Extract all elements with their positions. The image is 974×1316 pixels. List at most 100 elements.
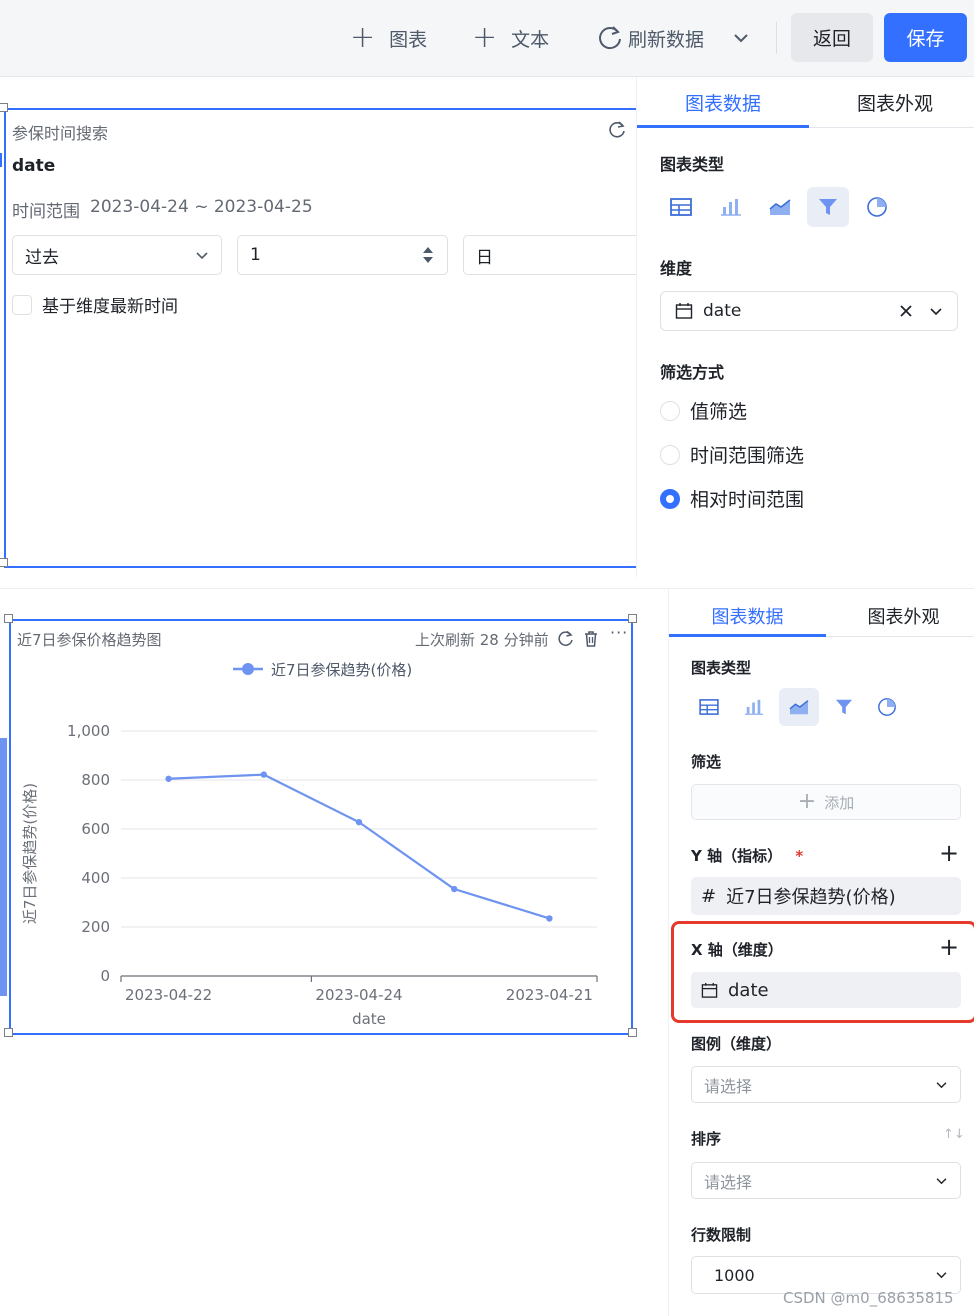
y-tick-label: 1,000 <box>67 722 110 740</box>
close-icon[interactable] <box>899 304 913 318</box>
checkbox-box[interactable] <box>12 294 32 315</box>
data-point <box>260 771 267 778</box>
data-point <box>546 915 553 922</box>
refresh-icon <box>596 24 624 52</box>
x-tick-label: 2023-04-22 <box>125 986 212 1004</box>
resize-handle[interactable] <box>0 103 8 112</box>
radio-relative-time-range[interactable]: 相对时间范围 <box>660 485 804 512</box>
toolbar-divider <box>776 22 777 54</box>
time-range-value: 2023-04-24 ~ 2023-04-25 <box>90 197 313 217</box>
chart-config-panel-1: 图表数据 图表外观 图表类型 维度 date 筛选方式 值筛选 时间范围筛选 相… <box>636 77 974 577</box>
legend-title: 图例（维度） <box>691 1035 782 1053</box>
sort-select[interactable]: 请选择 <box>691 1162 961 1199</box>
chevron-down-icon <box>936 1081 947 1088</box>
period-select[interactable]: 过去 <box>12 235 222 275</box>
x-tick-label: 2023-04-24 <box>315 986 402 1004</box>
plus-icon: + <box>797 789 817 814</box>
filter-widget-title: 参保时间搜索 <box>12 124 109 143</box>
resize-handle[interactable] <box>628 614 637 623</box>
amount-stepper[interactable]: 1 <box>237 235 448 275</box>
add-y-axis-icon[interactable]: + <box>939 841 959 865</box>
calendar-icon <box>701 982 718 998</box>
y-axis-title: Y 轴（指标） * <box>691 847 804 865</box>
unit-select[interactable]: 日 <box>463 235 638 275</box>
y-axis-field[interactable]: # 近7日参保趋势(价格) <box>691 877 961 915</box>
y-tick-label: 800 <box>81 771 110 789</box>
chevron-down-icon <box>196 251 208 259</box>
chart-widget-title: 近7日参保价格趋势图 <box>17 631 162 649</box>
filter-chart-icon[interactable] <box>807 187 849 227</box>
edge-marker <box>0 153 2 167</box>
refresh-dropdown-toggle[interactable] <box>724 20 758 56</box>
table-chart-icon[interactable] <box>689 688 729 726</box>
chart-type-title: 图表类型 <box>660 155 725 174</box>
line-chart-icon[interactable] <box>779 688 819 726</box>
refresh-icon[interactable] <box>557 630 575 652</box>
add-text-button[interactable]: + 文本 <box>472 20 549 56</box>
filter-field-name: date <box>12 156 56 176</box>
save-button[interactable]: 保存 <box>884 13 967 62</box>
bar-chart-icon[interactable] <box>734 688 774 726</box>
dimension-title: 维度 <box>660 259 693 278</box>
plus-icon: + <box>472 20 498 55</box>
delete-icon[interactable] <box>583 630 599 652</box>
legend-select[interactable]: 请选择 <box>691 1066 961 1103</box>
resize-handle[interactable] <box>4 1028 13 1037</box>
table-chart-icon[interactable] <box>660 187 702 227</box>
y-tick-label: 400 <box>81 869 110 887</box>
sort-order-icon[interactable]: ↑↓ <box>943 1127 965 1142</box>
add-filter-button[interactable]: + 添加 <box>691 784 961 820</box>
stepper-arrows-icon[interactable] <box>421 244 435 266</box>
tab-chart-style[interactable]: 图表外观 <box>826 603 974 629</box>
radio-dot[interactable] <box>660 444 680 465</box>
resize-handle[interactable] <box>0 558 8 567</box>
chart-config-panel-2: 图表数据 图表外观 图表类型 筛选 + 添加 Y 轴（指标） * + # 近7日… <box>668 589 974 1316</box>
data-point <box>451 885 458 893</box>
y-tick-label: 200 <box>81 918 110 936</box>
calendar-icon <box>675 303 693 319</box>
watermark: CSDN @m0_68635815 <box>783 1289 954 1307</box>
back-button[interactable]: 返回 <box>791 13 873 62</box>
add-chart-button[interactable]: + 图表 <box>350 20 427 56</box>
required-mark: * <box>795 847 804 865</box>
chevron-down-icon <box>734 34 748 43</box>
add-x-axis-icon[interactable]: + <box>939 935 959 959</box>
dimension-select[interactable]: date <box>660 291 958 331</box>
tab-chart-data[interactable]: 图表数据 <box>669 603 826 629</box>
radio-value-filter[interactable]: 值筛选 <box>660 397 747 424</box>
more-icon[interactable]: ··· <box>610 623 628 642</box>
resize-handle[interactable] <box>4 614 13 623</box>
hash-icon: # <box>701 885 717 907</box>
refresh-icon[interactable] <box>607 120 627 144</box>
line-chart: 近7日参保趋势(价格) 0 200 400 600 800 1,000 2023-04-22 2… <box>21 661 598 1028</box>
pie-chart-icon[interactable] <box>867 688 907 726</box>
filter-mode-title: 筛选方式 <box>660 363 725 382</box>
chart-type-title: 图表类型 <box>691 659 752 677</box>
bar-chart-icon[interactable] <box>710 187 752 227</box>
x-axis-label: date <box>352 1010 386 1028</box>
radio-dot[interactable] <box>660 400 680 421</box>
radio-dot-selected[interactable] <box>660 488 680 509</box>
x-axis-field[interactable]: date <box>691 972 961 1008</box>
legend-label: 近7日参保趋势(价格) <box>271 661 412 679</box>
pie-chart-icon[interactable] <box>856 187 898 227</box>
chart-widget[interactable]: 近7日参保价格趋势图 上次刷新 28 分钟前 ··· 近7日参保趋势(价格) 0 2… <box>4 614 637 1037</box>
filter-widget[interactable]: 参保时间搜索 date 时间范围 2023-04-24 ~ 2023-04-25… <box>0 103 638 568</box>
series-line <box>168 773 550 920</box>
radio-time-range-filter[interactable]: 时间范围筛选 <box>660 441 804 468</box>
refresh-data-button[interactable]: 刷新数据 <box>596 20 704 56</box>
line-chart-icon[interactable] <box>759 187 801 227</box>
last-refresh-text: 上次刷新 28 分钟前 <box>415 631 549 649</box>
latest-time-checkbox[interactable]: 基于维度最新时间 <box>12 292 178 317</box>
chevron-down-icon[interactable] <box>929 307 943 316</box>
chevron-down-icon <box>936 1272 947 1279</box>
tab-chart-data[interactable]: 图表数据 <box>637 89 809 116</box>
tab-indicator <box>637 125 809 128</box>
resize-handle[interactable] <box>628 1028 637 1037</box>
top-toolbar: + 图表 + 文本 刷新数据 返回 保存 <box>0 0 974 77</box>
side-scroll-indicator[interactable] <box>0 738 7 996</box>
tab-chart-style[interactable]: 图表外观 <box>809 89 974 116</box>
filter-title: 筛选 <box>691 753 722 771</box>
filter-chart-icon[interactable] <box>824 688 864 726</box>
time-range-text: 时间范围 2023-04-24 ~ 2023-04-25 <box>12 197 313 222</box>
